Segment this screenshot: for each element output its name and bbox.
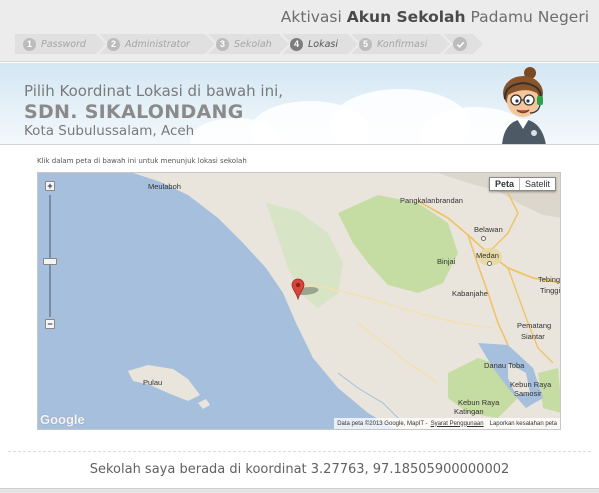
city-dot [487,261,492,266]
step-label: Lokasi [308,38,339,50]
step-label: Password [41,38,86,50]
place-label: Kebun Raya [458,398,500,407]
banner-text: Pilih Koordinat Lokasi di bawah ini, SDN… [24,82,283,139]
step-number: 3 [216,37,229,51]
place-label: Meulaboh [148,182,181,191]
place-label: Pematang [517,321,552,330]
wizard-header: Aktivasi Akun Sekolah Padamu Negeri 1 Pa… [0,0,599,62]
place-label: Pangkalanbrandan [400,196,463,205]
place-label: Kebun Raya [510,380,552,389]
step-lokasi[interactable]: 4 Lokasi [282,34,358,54]
zoom-out-button[interactable]: − [45,319,55,329]
place-label: Tebing [538,275,561,284]
divider [8,451,591,452]
place-label: Binjai [437,257,456,266]
school-location: Kota Subulussalam, Aceh [24,123,195,139]
step-label: Konfirmasi [377,38,428,50]
step-number: 4 [290,37,303,51]
step-label: Sekolah [234,38,272,50]
step-number: 1 [23,37,36,51]
attribution-text: Data peta ©2013 Google, MapIT - [337,420,428,427]
map-type-control: Peta Satelit [488,177,556,191]
step-password[interactable]: 1 Password [15,34,106,54]
selected-coordinate: Sekolah saya berada di koordinat 3.27763… [89,462,510,477]
title-suffix: Padamu Negeri [465,8,589,26]
place-label: Siantar [521,332,545,341]
place-label: Pulau [143,378,163,387]
mascot-operator-illustration [502,67,546,144]
info-banner: Pilih Koordinat Lokasi di bawah ini, SDN… [0,63,599,145]
report-error-link[interactable]: Laporkan kesalahan peta [490,421,557,427]
step-label: Administrator [125,38,190,50]
map-pin-icon[interactable] [291,278,305,300]
instruction-text: Pilih Koordinat Lokasi di bawah ini, [24,82,284,100]
zoom-control: + − [43,181,57,331]
city-dot [481,236,486,241]
place-label: Medan [476,251,499,260]
zoom-slider-track[interactable] [49,195,51,317]
step-sekolah[interactable]: 3 Sekolah [208,34,289,54]
map-terrain [128,173,560,429]
terms-link[interactable]: Syarat Penggunaan [431,421,484,427]
map-instruction: Klik dalam peta di bawah ini untuk menun… [37,157,247,165]
map-type-satelit-button[interactable]: Satelit [520,178,555,190]
place-label: Samosir [514,389,542,398]
page-title: Aktivasi Akun Sekolah Padamu Negeri [281,8,589,26]
title-bold: Akun Sekolah [346,8,466,26]
google-logo: Google [40,412,85,427]
place-label: Kabanjahe [452,289,488,298]
bottom-bar [0,488,599,493]
map-attribution: Data peta ©2013 Google, MapIT - Syarat P… [334,418,560,429]
map-type-peta-button[interactable]: Peta [490,178,520,190]
step-number: 2 [107,37,120,51]
place-label: Katingan [454,407,484,416]
place-label: Tinggi [540,286,561,295]
step-administrator[interactable]: 2 Administrator [99,34,215,54]
zoom-in-button[interactable]: + [45,181,55,191]
step-konfirmasi[interactable]: 5 Konfirmasi [351,34,450,54]
location-map[interactable]: Peta Satelit + − Meulaboh Pangkalanbrand… [37,172,561,430]
place-label: Belawan [474,225,503,234]
title-prefix: Aktivasi [280,8,347,26]
school-name: SDN. SIKALONDANG [24,101,244,123]
wizard-steps: 1 Password 2 Administrator 3 Sekolah 4 L… [15,34,483,54]
step-number: 5 [359,37,372,51]
zoom-slider-handle[interactable] [43,258,57,265]
check-icon [453,37,467,51]
place-label: Danau Toba [484,361,525,370]
